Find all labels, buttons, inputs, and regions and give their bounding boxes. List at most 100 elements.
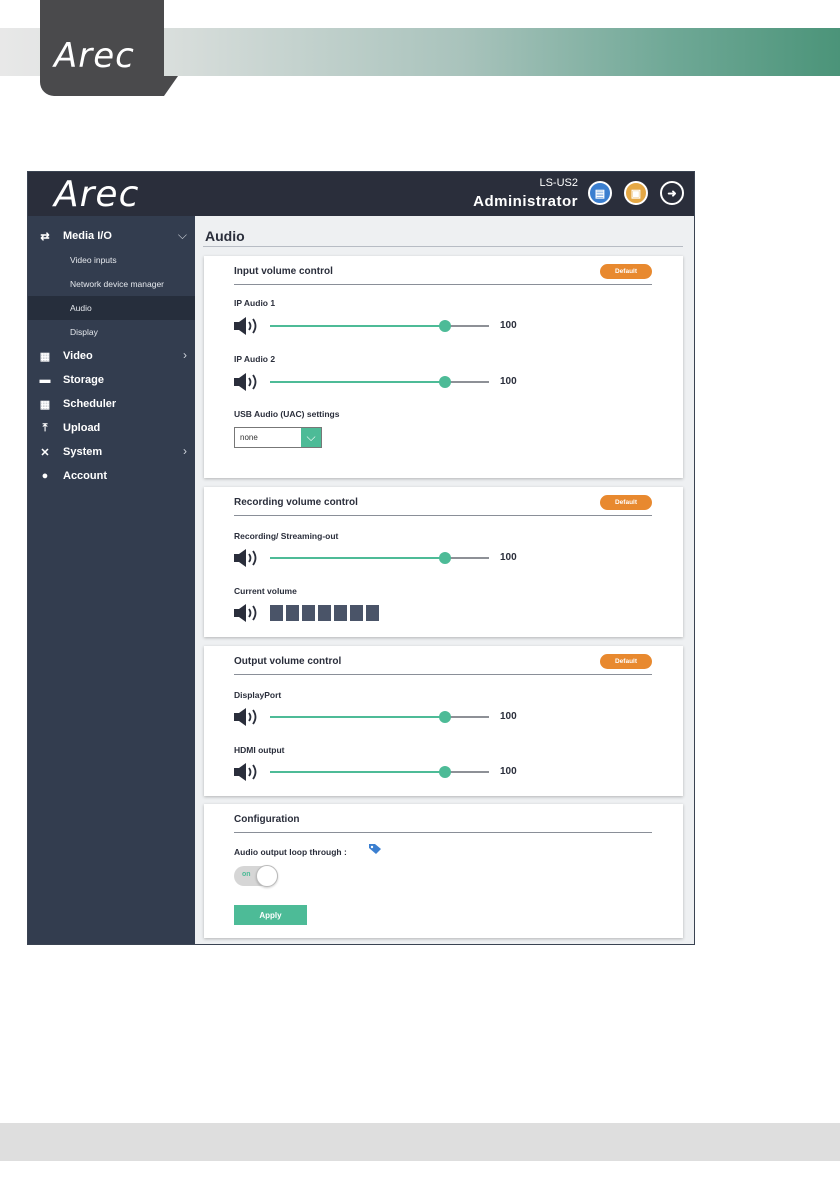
- sidebar-item-system[interactable]: ✕ System ›: [28, 440, 195, 464]
- panel-divider: [234, 832, 652, 833]
- recording-volume-panel: Recording volume control Default Recordi…: [204, 487, 683, 637]
- user-icon: ●: [41, 470, 49, 482]
- usb-audio-select[interactable]: none ⌵: [234, 427, 322, 448]
- app-window: Arec LS-US2 Administrator ▤ ▣ ➜ ⇄ Media …: [27, 171, 695, 945]
- page-title: Audio: [205, 228, 245, 244]
- film-strip-icon: ▦: [39, 350, 51, 363]
- sidebar: ⇄ Media I/O ⌵ Video inputs Network devic…: [28, 216, 195, 944]
- loop-through-label: Audio output loop through :: [234, 847, 347, 857]
- streaming-out-value: 100: [500, 552, 517, 563]
- title-divider: [203, 246, 683, 247]
- speaker-icon: [234, 317, 257, 335]
- slider-fill: [270, 771, 446, 773]
- calendar-icon: ▦: [39, 398, 51, 411]
- speaker-icon: [234, 763, 257, 781]
- hdmi-output-slider-row: 100: [234, 762, 534, 782]
- input-volume-panel: Input volume control Default IP Audio 1 …: [204, 256, 683, 478]
- logout-icon[interactable]: ➜: [660, 181, 684, 205]
- sidebar-item-scheduler[interactable]: ▦ Scheduler: [28, 392, 195, 416]
- chevron-right-icon: ›: [183, 348, 187, 362]
- toggle-knob[interactable]: [256, 865, 278, 887]
- ip-audio-1-value: 100: [500, 320, 517, 331]
- panel-divider: [234, 284, 652, 285]
- user-role: Administrator: [473, 193, 578, 210]
- sidebar-item-upload[interactable]: ⤒ Upload: [28, 416, 195, 440]
- hdmi-output-slider[interactable]: [270, 766, 489, 778]
- volume-meter-segment: [318, 605, 331, 621]
- film-icon[interactable]: ▣: [624, 181, 648, 205]
- streaming-out-slider[interactable]: [270, 552, 489, 564]
- volume-meter-segment: [334, 605, 347, 621]
- ip-audio-2-label: IP Audio 2: [234, 354, 276, 364]
- volume-meter-segment: [366, 605, 379, 621]
- chevron-down-icon: ⌵: [177, 228, 187, 242]
- volume-meter-segment: [302, 605, 315, 621]
- sidebar-item-label: Upload: [63, 422, 101, 434]
- panel-title: Configuration: [234, 814, 300, 825]
- document-footer-band: [0, 1123, 840, 1161]
- sidebar-item-label: Account: [63, 470, 107, 482]
- speaker-icon: [234, 373, 257, 391]
- volume-meter-segment: [350, 605, 363, 621]
- recording-default-button[interactable]: Default: [600, 495, 652, 510]
- hdmi-output-value: 100: [500, 766, 517, 777]
- sidebar-item-storage[interactable]: ▬ Storage: [28, 368, 195, 392]
- configuration-panel: Configuration Audio output loop through …: [204, 804, 683, 938]
- app-logo: Arec: [54, 174, 140, 215]
- tools-icon: ✕: [40, 446, 50, 459]
- panel-title: Output volume control: [234, 656, 342, 667]
- sidebar-item-label: System: [63, 446, 103, 458]
- ip-audio-2-value: 100: [500, 376, 517, 387]
- storage-icon: ▬: [39, 374, 51, 386]
- sidebar-item-account[interactable]: ● Account: [28, 464, 195, 488]
- loop-through-toggle[interactable]: on: [234, 865, 278, 887]
- clapperboard-icon[interactable]: ▤: [588, 181, 612, 205]
- document-logo-tab-corner: [164, 76, 178, 96]
- upload-icon: ⤒: [42, 421, 48, 434]
- ip-audio-1-slider[interactable]: [270, 320, 489, 332]
- speaker-icon: [234, 604, 257, 622]
- displayport-label: DisplayPort: [234, 690, 282, 700]
- sidebar-item-label: Scheduler: [63, 398, 117, 410]
- tag-icon[interactable]: [368, 843, 382, 855]
- output-default-button[interactable]: Default: [600, 654, 652, 669]
- displayport-slider-row: 100: [234, 707, 534, 727]
- apply-button[interactable]: Apply: [234, 905, 307, 925]
- panel-divider: [234, 674, 652, 675]
- slider-handle[interactable]: [439, 711, 452, 723]
- sidebar-subitem-audio[interactable]: Audio: [28, 296, 195, 320]
- toggle-state-label: on: [242, 871, 251, 878]
- volume-meter-segment: [270, 605, 283, 621]
- displayport-slider[interactable]: [270, 711, 489, 723]
- volume-meter-segment: [286, 605, 299, 621]
- slider-fill: [270, 381, 446, 383]
- usb-audio-label: USB Audio (UAC) settings: [234, 409, 340, 419]
- slider-handle[interactable]: [439, 320, 452, 332]
- panel-title: Recording volume control: [234, 497, 358, 508]
- speaker-icon: [234, 549, 257, 567]
- sidebar-item-video[interactable]: ▦ Video ›: [28, 344, 195, 368]
- usb-audio-selected-value: none: [240, 433, 258, 442]
- current-volume-label: Current volume: [234, 586, 297, 596]
- sidebar-item-media-io[interactable]: ⇄ Media I/O ⌵: [28, 224, 195, 248]
- streaming-out-label: Recording/ Streaming-out: [234, 531, 339, 541]
- panel-title: Input volume control: [234, 266, 333, 277]
- sidebar-subitem-video-inputs[interactable]: Video inputs: [28, 248, 195, 272]
- sidebar-subitem-display[interactable]: Display: [28, 320, 195, 344]
- sidebar-subitem-network-device-manager[interactable]: Network device manager: [28, 272, 195, 296]
- slider-handle[interactable]: [439, 376, 452, 388]
- slider-fill: [270, 325, 446, 327]
- document-logo: Arec: [54, 36, 135, 76]
- slider-handle[interactable]: [439, 552, 452, 564]
- current-volume-meter: [270, 605, 379, 621]
- current-volume-row: [234, 603, 534, 623]
- top-bar: Arec LS-US2 Administrator ▤ ▣ ➜: [28, 172, 694, 216]
- hdmi-output-label: HDMI output: [234, 745, 285, 755]
- input-default-button[interactable]: Default: [600, 264, 652, 279]
- slider-fill: [270, 716, 446, 718]
- chevron-down-icon[interactable]: ⌵: [301, 428, 321, 447]
- panel-divider: [234, 515, 652, 516]
- slider-fill: [270, 557, 446, 559]
- slider-handle[interactable]: [439, 766, 452, 778]
- ip-audio-2-slider[interactable]: [270, 376, 489, 388]
